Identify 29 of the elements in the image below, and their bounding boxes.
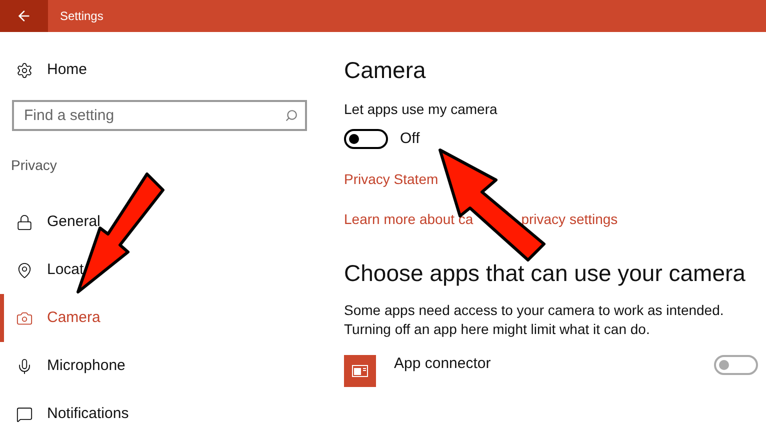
- nav-item[interactable]: Microphone: [0, 342, 330, 390]
- search-icon: [285, 109, 298, 122]
- speech-bubble-icon: [16, 406, 33, 422]
- nav-item[interactable]: General: [0, 198, 330, 246]
- link[interactable]: Learn more about ca: [344, 208, 474, 230]
- section-label: Privacy: [11, 156, 57, 175]
- window-title: Settings: [60, 8, 104, 25]
- microphone-icon: [16, 358, 33, 374]
- nav-item[interactable]: Camera: [0, 294, 330, 342]
- toggle-state: Off: [400, 129, 420, 149]
- nav-item[interactable]: Locat: [0, 246, 330, 294]
- lock-icon: [16, 214, 33, 230]
- app-toggle[interactable]: [714, 354, 758, 374]
- page-heading: Camera: [344, 56, 426, 84]
- app-tile-icon: [344, 354, 376, 386]
- link[interactable]: Privacy Statem: [344, 168, 438, 190]
- link[interactable]: privacy settings: [521, 208, 618, 230]
- search-field[interactable]: Find a setting: [12, 100, 307, 131]
- pin-icon: [16, 262, 33, 278]
- description: Some apps need access to your camera to work as intended. Turning off an app here might limit what it can do.: [344, 300, 725, 338]
- back-button[interactable]: [0, 0, 48, 32]
- home-link[interactable]: Home: [0, 58, 88, 82]
- gear-icon: [16, 62, 33, 78]
- nav-item[interactable]: Notifications: [0, 390, 330, 431]
- toggle-switch[interactable]: [344, 129, 388, 150]
- section-heading: Choose apps that can use your camera: [344, 258, 746, 286]
- setting-label: Let apps use my camera: [344, 100, 498, 119]
- camera-icon: [16, 310, 33, 326]
- app-name: App connector: [394, 354, 491, 374]
